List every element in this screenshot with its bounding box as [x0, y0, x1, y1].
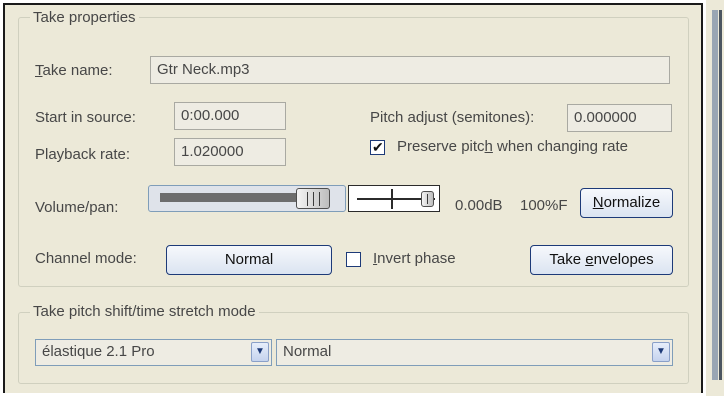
normalize-button[interactable]: Normalize	[580, 188, 673, 218]
chevron-down-icon[interactable]: ▼	[251, 342, 269, 362]
start-in-source-label: Start in source:	[35, 109, 136, 126]
take-name-label-rest: ake name:	[42, 62, 113, 79]
take-properties-legend: Take properties	[30, 9, 139, 27]
pitch-algorithm-value: élastique 2.1 Pro	[42, 343, 155, 360]
pitch-mode-legend: Take pitch shift/time stretch mode	[30, 303, 259, 321]
pan-slider[interactable]	[348, 185, 440, 212]
stretch-mode-value: Normal	[283, 343, 332, 360]
volume-readout: 0.00dB	[455, 197, 503, 214]
pan-readout: 100%F	[520, 197, 568, 214]
volume-pan-label: Volume/pan:	[35, 199, 119, 216]
adjacent-window-scroll-track	[712, 10, 718, 380]
playback-rate-label: Playback rate:	[35, 146, 131, 163]
stretch-mode-select[interactable]: Normal ▼	[276, 339, 673, 366]
pan-slider-thumb[interactable]	[421, 191, 434, 207]
volume-slider-thumb[interactable]	[295, 188, 330, 209]
start-in-source-input[interactable]: 0:00.000	[174, 102, 286, 130]
chevron-down-icon[interactable]: ▼	[652, 342, 670, 362]
take-name-label: Take name:	[35, 62, 113, 79]
channel-mode-button[interactable]: Normal	[166, 245, 332, 275]
volume-slider[interactable]	[148, 185, 346, 212]
preserve-pitch-checkbox[interactable]: ✔	[370, 139, 385, 155]
normalize-button-rest: ormalize	[603, 194, 661, 211]
pitch-adjust-label: Pitch adjust (semitones):	[370, 109, 535, 126]
pan-center-marker	[391, 189, 393, 209]
pitch-algorithm-select[interactable]: élastique 2.1 Pro ▼	[35, 339, 272, 366]
invert-phase-checkbox[interactable]	[346, 252, 361, 267]
checkmark-icon: ✔	[372, 139, 384, 155]
adjacent-window-edge	[706, 0, 724, 396]
channel-mode-label: Channel mode:	[35, 250, 137, 267]
preserve-pitch-label[interactable]: Preserve pitch when changing rate	[397, 138, 628, 156]
playback-rate-input[interactable]: 1.020000	[174, 138, 286, 166]
take-envelopes-button[interactable]: Take envelopes	[530, 245, 673, 275]
volume-slider-fill	[160, 193, 296, 202]
pitch-adjust-input[interactable]: 0.000000	[567, 104, 672, 132]
take-name-input[interactable]: Gtr Neck.mp3	[150, 56, 670, 84]
take-properties-dialog: Take properties Take name: Gtr Neck.mp3 …	[3, 3, 703, 393]
adjacent-window-scroll-shadow	[719, 10, 722, 380]
invert-phase-label[interactable]: Invert phase	[373, 250, 456, 268]
